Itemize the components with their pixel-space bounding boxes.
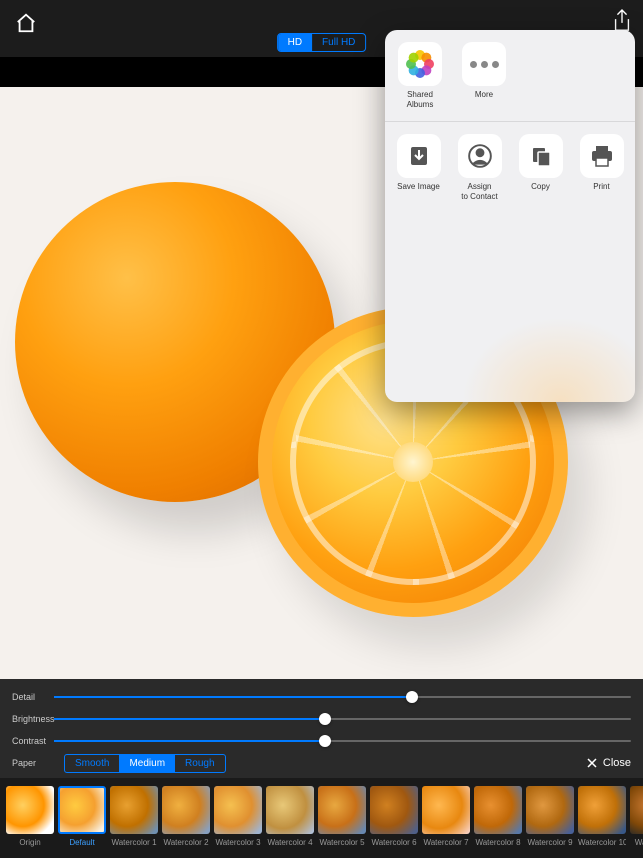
share-app-more[interactable]: More	[459, 42, 509, 109]
filter-label: Watercolor 3	[214, 838, 262, 847]
filter-thumb	[110, 786, 158, 834]
filter-label: Watercolor 1	[110, 838, 158, 847]
share-app-shared-albums[interactable]: Shared Albums	[395, 42, 445, 109]
filter-origin[interactable]: Origin	[6, 786, 54, 858]
filter-label: Watercolor 9	[526, 838, 574, 847]
contrast-label: Contrast	[12, 736, 54, 746]
share-action-label: Print	[578, 182, 625, 192]
quality-hd[interactable]: HD	[278, 34, 312, 51]
filter-thumb	[6, 786, 54, 834]
filter-default[interactable]: Default	[58, 786, 106, 858]
share-apps-row: Shared Albums More	[385, 30, 635, 122]
filter-wc2[interactable]: Watercolor 2	[162, 786, 210, 858]
filter-wc4[interactable]: Watercolor 4	[266, 786, 314, 858]
filter-label: Watercolor 6	[370, 838, 418, 847]
close-label: Close	[603, 757, 631, 769]
filter-wc8[interactable]: Watercolor 8	[474, 786, 522, 858]
filter-thumb	[526, 786, 574, 834]
filter-label: Watercolor	[630, 838, 643, 847]
adjustments-panel: Detail Brightness Contrast Paper Smooth …	[0, 679, 643, 779]
filter-label: Watercolor 5	[318, 838, 366, 847]
photos-icon	[398, 42, 442, 86]
paper-row: Paper Smooth Medium Rough Close	[12, 752, 631, 774]
close-button[interactable]: Close	[585, 756, 631, 770]
brightness-slider[interactable]	[54, 718, 631, 720]
quality-toggle: HD Full HD	[277, 33, 367, 52]
filter-wc10[interactable]: Watercolor 10	[578, 786, 626, 858]
filter-label: Origin	[6, 838, 54, 847]
brightness-row: Brightness	[12, 708, 631, 730]
filter-label: Watercolor 2	[162, 838, 210, 847]
share-sheet: Shared Albums More Save Image Assign to …	[385, 30, 635, 402]
share-action-label: Save Image	[395, 182, 442, 192]
filter-strip[interactable]: Origin Default Watercolor 1 Watercolor 2 Wat…	[0, 778, 643, 858]
detail-slider[interactable]	[54, 696, 631, 698]
filter-thumb	[474, 786, 522, 834]
paper-rough[interactable]: Rough	[175, 755, 224, 772]
more-icon	[462, 42, 506, 86]
close-icon	[585, 756, 599, 770]
paper-medium[interactable]: Medium	[119, 755, 175, 772]
filter-wc3[interactable]: Watercolor 3	[214, 786, 262, 858]
filter-wc5[interactable]: Watercolor 5	[318, 786, 366, 858]
home-icon[interactable]	[15, 12, 37, 39]
filter-label: Watercolor 8	[474, 838, 522, 847]
filter-wc9[interactable]: Watercolor 9	[526, 786, 574, 858]
share-action-print[interactable]: Print	[578, 134, 625, 192]
brightness-label: Brightness	[12, 714, 54, 724]
copy-icon	[519, 134, 563, 178]
share-action-label: Assign to Contact	[456, 182, 503, 201]
filter-label: Watercolor 10	[578, 838, 626, 847]
filter-label: Watercolor 7	[422, 838, 470, 847]
contact-icon	[458, 134, 502, 178]
share-app-label: More	[459, 90, 509, 100]
share-action-label: Copy	[517, 182, 564, 192]
share-action-assign-contact[interactable]: Assign to Contact	[456, 134, 503, 201]
filter-wc1[interactable]: Watercolor 1	[110, 786, 158, 858]
filter-thumb	[370, 786, 418, 834]
download-icon	[397, 134, 441, 178]
detail-label: Detail	[12, 692, 54, 702]
filter-wc6[interactable]: Watercolor 6	[370, 786, 418, 858]
paper-label: Paper	[12, 758, 54, 768]
share-app-label: Shared Albums	[395, 90, 445, 109]
share-actions-row: Save Image Assign to Contact Copy Print	[385, 122, 635, 402]
filter-thumb	[578, 786, 626, 834]
share-action-save-image[interactable]: Save Image	[395, 134, 442, 192]
filter-thumb	[422, 786, 470, 834]
share-action-copy[interactable]: Copy	[517, 134, 564, 192]
quality-fullhd[interactable]: Full HD	[312, 34, 365, 51]
filter-thumb	[630, 786, 643, 834]
paper-segmented: Smooth Medium Rough	[64, 754, 226, 773]
printer-icon	[580, 134, 624, 178]
filter-thumb	[266, 786, 314, 834]
filter-thumb	[318, 786, 366, 834]
detail-row: Detail	[12, 686, 631, 708]
filter-wc11[interactable]: Watercolor	[630, 786, 643, 858]
contrast-row: Contrast	[12, 730, 631, 752]
paper-smooth[interactable]: Smooth	[65, 755, 119, 772]
filter-thumb	[162, 786, 210, 834]
filter-thumb	[214, 786, 262, 834]
filter-label: Watercolor 4	[266, 838, 314, 847]
filter-thumb	[58, 786, 106, 834]
contrast-slider[interactable]	[54, 740, 631, 742]
filter-wc7[interactable]: Watercolor 7	[422, 786, 470, 858]
filter-label: Default	[58, 838, 106, 847]
